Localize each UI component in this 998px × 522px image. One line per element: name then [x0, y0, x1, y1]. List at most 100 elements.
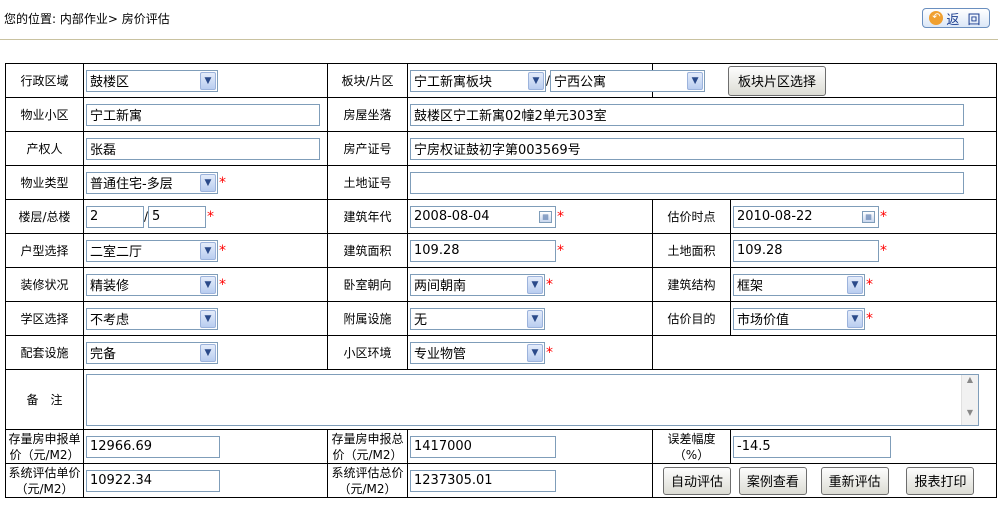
chevron-down-icon[interactable]: ▼	[200, 275, 216, 294]
required-mark: *	[546, 276, 553, 293]
support-value: 完备	[90, 347, 117, 362]
purpose-select[interactable]: 市场价值 ▼	[733, 307, 865, 330]
empty-cell	[652, 335, 997, 370]
property-type-select[interactable]: 普通住宅-多层 ▼	[86, 171, 218, 194]
support-cell: 完备 ▼	[83, 335, 328, 370]
cert-label: 房产证号	[327, 131, 408, 166]
form-row: 存量房申报单价（元/M2） 12966.69 存量房申报总价（元/M2） 141…	[5, 429, 997, 464]
required-mark: *	[207, 208, 215, 225]
chevron-down-icon[interactable]: ▼	[200, 71, 216, 90]
orientation-select[interactable]: 两间朝南 ▼	[410, 273, 545, 296]
top-bar: 您的位置: 内部作业> 房价评估 ↶ 返 回	[0, 0, 998, 40]
chevron-down-icon[interactable]: ▼	[200, 343, 216, 362]
chevron-down-icon[interactable]: ▼	[200, 309, 216, 328]
chevron-down-icon[interactable]: ▼	[200, 173, 216, 192]
form-row: 物业小区 宁工新寓 房屋坐落 鼓楼区宁工新寓02幢2单元303室	[5, 97, 997, 132]
chevron-down-icon[interactable]: ▼	[687, 71, 704, 90]
sys-total-input[interactable]: 1237305.01	[410, 469, 556, 492]
stock-unit-input[interactable]: 12966.69	[86, 435, 220, 458]
land-cert-input[interactable]	[410, 171, 964, 194]
district-cell: 鼓楼区 ▼	[83, 63, 328, 98]
remark-label: 备 注	[5, 369, 84, 430]
required-mark: *	[557, 242, 564, 259]
calendar-icon[interactable]: ▦	[862, 210, 875, 223]
facility-value: 无	[414, 313, 428, 328]
sys-unit-input[interactable]: 10922.34	[86, 469, 220, 492]
build-year-input[interactable]: 2008-08-04 ▦	[410, 205, 556, 228]
facility-select[interactable]: 无 ▼	[410, 307, 545, 330]
cert-input[interactable]: 宁房权证鼓初字第003569号	[410, 137, 964, 160]
support-label: 配套设施	[5, 335, 84, 370]
district-select[interactable]: 鼓楼区 ▼	[86, 69, 218, 92]
required-mark: *	[866, 276, 873, 293]
chevron-down-icon[interactable]: ▼	[527, 343, 543, 362]
required-mark: *	[880, 208, 887, 225]
required-mark: *	[219, 276, 226, 293]
block-select[interactable]: 宁工新寓板块 ▼	[410, 69, 546, 92]
eval-time-input[interactable]: 2010-08-22 ▦	[733, 205, 879, 228]
chevron-down-icon[interactable]: ▼	[528, 71, 544, 90]
stock-total-cell: 1417000	[407, 429, 653, 464]
floor-input[interactable]: 2	[86, 205, 144, 228]
cert-cell: 宁房权证鼓初字第003569号	[407, 131, 997, 166]
support-select[interactable]: 完备 ▼	[86, 341, 218, 364]
block-label: 板块/片区	[327, 63, 408, 98]
eval-time-label: 估价时点	[652, 199, 731, 234]
block-select-button[interactable]: 板块片区选择	[728, 65, 826, 96]
scroll-up-icon[interactable]: ▲	[962, 375, 978, 384]
print-report-button[interactable]: 报表打印	[906, 466, 975, 495]
chevron-down-icon[interactable]: ▼	[200, 241, 216, 260]
auto-eval-button[interactable]: 自动评估	[663, 466, 731, 495]
total-floor-input[interactable]: 5	[148, 205, 207, 228]
eval-time-value: 2010-08-22	[737, 209, 813, 224]
decoration-label: 装修状况	[5, 267, 84, 302]
re-eval-button[interactable]: 重新评估	[820, 466, 889, 495]
address-cell: 鼓楼区宁工新寓02幢2单元303室	[407, 97, 997, 132]
back-button[interactable]: ↶ 返 回	[922, 8, 990, 28]
build-area-label: 建筑面积	[327, 233, 408, 268]
header-divider	[0, 39, 998, 40]
structure-label: 建筑结构	[652, 267, 731, 302]
chevron-down-icon[interactable]: ▼	[527, 275, 543, 294]
scroll-down-icon[interactable]: ▼	[962, 408, 978, 417]
env-select[interactable]: 专业物管 ▼	[410, 341, 545, 364]
area-select[interactable]: 宁西公寓 ▼	[550, 69, 706, 92]
school-value: 不考虑	[90, 313, 130, 328]
layout-select[interactable]: 二室二厅 ▼	[86, 239, 218, 262]
facility-label: 附属设施	[327, 301, 408, 336]
build-area-input[interactable]: 109.28	[410, 239, 556, 262]
form-row: 备 注 ▲ ▼	[5, 369, 997, 430]
eval-time-cell: 2010-08-22 ▦ *	[730, 199, 997, 234]
breadcrumb: 您的位置: 内部作业> 房价评估	[4, 12, 170, 26]
remark-textarea[interactable]: ▲ ▼	[86, 373, 979, 426]
error-input[interactable]: -14.5	[733, 435, 891, 458]
district-label: 行政区域	[5, 63, 84, 98]
sys-total-cell: 1237305.01	[407, 463, 653, 498]
land-cert-label: 土地证号	[327, 165, 408, 200]
case-view-button[interactable]: 案例查看	[738, 466, 807, 495]
community-cell: 宁工新寓	[83, 97, 328, 132]
purpose-label: 估价目的	[652, 301, 731, 336]
valuation-form: 行政区域 鼓楼区 ▼ 板块/片区 宁工新寓板块 ▼ / 宁西公寓 ▼ 板块片区选…	[5, 63, 997, 498]
address-input[interactable]: 鼓楼区宁工新寓02幢2单元303室	[410, 103, 964, 126]
structure-value: 框架	[737, 279, 764, 294]
community-input[interactable]: 宁工新寓	[86, 103, 320, 126]
form-row: 配套设施 完备 ▼ 小区环境 专业物管 ▼ *	[5, 335, 997, 370]
calendar-icon[interactable]: ▦	[539, 210, 552, 223]
form-row: 楼层/总楼 2/5 * 建筑年代 2008-08-04 ▦ * 估价时点 2010…	[5, 199, 997, 234]
textarea-scrollbar[interactable]: ▲ ▼	[961, 374, 978, 425]
chevron-down-icon[interactable]: ▼	[847, 309, 863, 328]
decoration-select[interactable]: 精装修 ▼	[86, 273, 218, 296]
structure-select[interactable]: 框架 ▼	[733, 273, 865, 296]
community-label: 物业小区	[5, 97, 84, 132]
chevron-down-icon[interactable]: ▼	[527, 309, 543, 328]
facility-cell: 无 ▼	[407, 301, 653, 336]
remark-cell: ▲ ▼	[83, 369, 997, 430]
owner-input[interactable]: 张磊	[86, 137, 320, 160]
form-row: 装修状况 精装修 ▼ * 卧室朝向 两间朝南 ▼ * 建筑结构 框架 ▼ *	[5, 267, 997, 302]
block-select-value: 宁工新寓板块	[414, 75, 493, 90]
stock-total-input[interactable]: 1417000	[410, 435, 556, 458]
chevron-down-icon[interactable]: ▼	[847, 275, 863, 294]
land-area-input[interactable]: 109.28	[733, 239, 879, 262]
school-select[interactable]: 不考虑 ▼	[86, 307, 218, 330]
